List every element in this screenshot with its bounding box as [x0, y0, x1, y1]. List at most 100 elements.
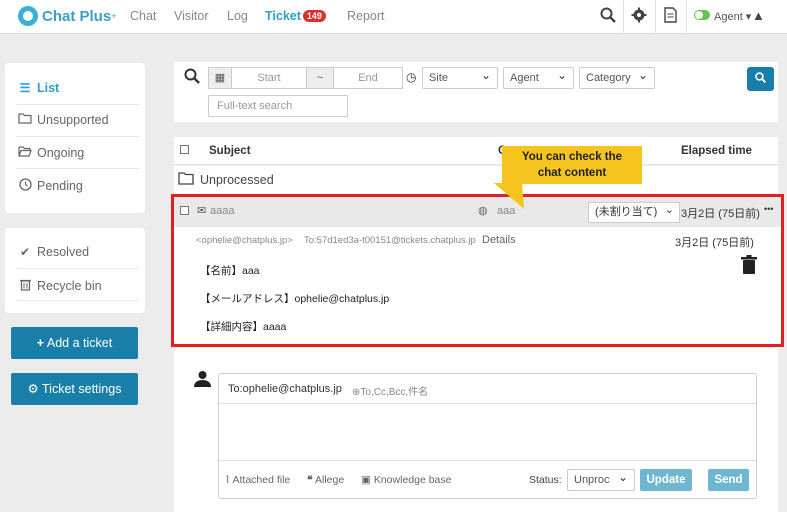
sidebar-panel-main: ☰ List Unsupported Ongoing Pending: [5, 63, 145, 213]
nav-report[interactable]: Report: [347, 9, 385, 23]
update-button[interactable]: Update: [640, 469, 692, 491]
divider: [17, 136, 139, 137]
trash-icon[interactable]: [740, 255, 758, 278]
sidebar-item-recycle-bin[interactable]: Recycle bin: [17, 278, 102, 294]
ticket-table-header: Subject C Elapsed time: [174, 137, 778, 165]
ticket-subject: aaaa: [210, 205, 235, 217]
quote-icon: ❝: [307, 474, 313, 486]
folder-icon: [17, 113, 33, 127]
nav-log[interactable]: Log: [227, 9, 248, 23]
nav-visitor[interactable]: Visitor: [174, 9, 209, 23]
mail-open-icon: ✉: [197, 205, 207, 217]
nav-ticket[interactable]: Ticket 149: [265, 9, 326, 23]
ticket-line: 【名前】aaa: [200, 265, 260, 277]
divider: [17, 300, 139, 301]
ticket-line: 【メールアドレス】ophelie@chatplus.jp: [200, 293, 390, 305]
search-icon: [184, 68, 200, 87]
logo-text: Chat Plus: [42, 7, 112, 25]
nav-chat[interactable]: Chat: [130, 9, 156, 23]
reply-textarea[interactable]: [219, 403, 756, 461]
sidebar-item-list[interactable]: ☰ List: [17, 81, 60, 95]
gear-icon[interactable]: [631, 7, 647, 28]
sidebar-item-pending[interactable]: Pending: [17, 178, 83, 194]
logo[interactable]: Chat Plus +: [18, 6, 116, 26]
send-button[interactable]: Send: [708, 469, 749, 491]
site-select[interactable]: Site: [422, 65, 498, 89]
knowledge-label: Knowledge base: [373, 474, 452, 486]
ticket-elapsed: 3月2日 (75日前): [681, 208, 760, 220]
divider: [17, 104, 139, 105]
folder-open-icon: [17, 146, 33, 160]
separator: [655, 0, 656, 34]
search-button[interactable]: [747, 67, 774, 91]
ticket-settings-button[interactable]: ⚙ Ticket settings: [11, 373, 138, 405]
plus-icon: +: [36, 336, 45, 350]
start-date-input[interactable]: Start: [231, 67, 307, 89]
ticket-row[interactable]: ✉ aaaa ◍ aaa (未割り当て) ⌄ 3月2日 (75日前) •••: [174, 197, 781, 227]
sidebar-item-label: Resolved: [37, 245, 90, 259]
warning-icon[interactable]: ▲: [752, 8, 765, 23]
category-select[interactable]: Category: [579, 65, 655, 89]
search-icon: [755, 72, 766, 83]
end-date-input[interactable]: End: [333, 67, 403, 89]
callout-line1: You can check the: [521, 151, 623, 163]
calendar-icon[interactable]: ▦: [208, 67, 232, 89]
check-icon: ✔: [19, 245, 31, 259]
ticket-count-badge: 149: [302, 10, 326, 22]
allege-button[interactable]: ❝ Allege: [307, 474, 344, 486]
callout-line2: chat content: [537, 167, 607, 179]
sidebar-panel-secondary: ✔ Resolved Recycle bin: [5, 228, 145, 313]
sidebar-item-label: List: [37, 81, 60, 95]
status-label: Status:: [529, 474, 562, 486]
unprocessed-label: Unprocessed: [200, 173, 274, 187]
divider: [17, 268, 139, 269]
sidebar-item-label: Unsupported: [37, 113, 109, 127]
agent-dropdown[interactable]: Agent ▾: [714, 10, 751, 23]
agent-status-toggle[interactable]: [694, 10, 710, 20]
elapsed-time-header[interactable]: Elapsed time: [681, 145, 752, 157]
add-ticket-label: Add a ticket: [46, 336, 113, 350]
user-avatar-icon: [194, 370, 211, 390]
reply-panel: To:ophelie@chatplus.jp ⊕To,Cc,Bcc,件名 ⌇ A…: [174, 348, 778, 512]
nav-ticket-label: Ticket: [265, 9, 301, 23]
reply-to[interactable]: To:ophelie@chatplus.jp: [228, 383, 342, 395]
search-icon[interactable]: [600, 7, 616, 28]
allege-label: Allege: [315, 474, 345, 486]
details-link[interactable]: Details: [482, 234, 516, 246]
sidebar-item-label: Recycle bin: [37, 279, 102, 293]
full-text-search-input[interactable]: Full-text search: [208, 95, 348, 117]
attach-file-button[interactable]: ⌇ Attached file: [225, 474, 290, 486]
paperclip-icon: ⌇: [225, 474, 231, 486]
sidebar-item-unsupported[interactable]: Unsupported: [17, 113, 109, 127]
ticket-from: <ophelie@chatplus.jp>: [196, 235, 293, 246]
sidebar-item-resolved[interactable]: ✔ Resolved: [17, 245, 89, 259]
ticket-checkbox[interactable]: [180, 206, 189, 215]
subject-header[interactable]: Subject: [209, 145, 251, 157]
book-icon: ▣: [361, 474, 371, 486]
ticket-line: 【詳細内容】aaaa: [200, 321, 287, 333]
add-ticket-button[interactable]: + Add a ticket: [11, 327, 138, 359]
chevron-down-icon: ⌄: [664, 204, 674, 216]
knowledge-base-button[interactable]: ▣ Knowledge base: [361, 474, 452, 486]
document-icon[interactable]: [664, 7, 677, 28]
clock-icon[interactable]: ◷: [406, 70, 416, 84]
add-recipients[interactable]: ⊕To,Cc,Bcc,件名: [352, 383, 428, 398]
ticket-settings-label: Ticket settings: [42, 382, 122, 396]
assignee-value: (未割り当て): [595, 206, 658, 218]
separator: [686, 0, 687, 34]
agent-label: Agent: [714, 11, 743, 23]
unprocessed-group[interactable]: Unprocessed: [174, 166, 778, 194]
more-icon[interactable]: •••: [764, 204, 773, 214]
callout-annotation: You can check the chat content: [502, 146, 642, 184]
assignee-select[interactable]: (未割り当て) ⌄: [588, 202, 680, 223]
status-select[interactable]: Unproc: [567, 467, 635, 491]
sidebar-item-ongoing[interactable]: Ongoing: [17, 146, 84, 160]
top-navigation-bar: Chat Plus + Chat Visitor Log Ticket 149 R…: [0, 0, 787, 34]
select-all-checkbox[interactable]: [180, 145, 189, 154]
sidebar-item-label: Pending: [37, 179, 83, 193]
ticket-date: 3月2日 (75日前): [675, 237, 754, 249]
logo-sup: +: [111, 11, 117, 21]
chat-plus-logo-icon: [18, 6, 38, 26]
agent-select[interactable]: Agent: [503, 65, 574, 89]
clock-icon: [17, 178, 33, 194]
